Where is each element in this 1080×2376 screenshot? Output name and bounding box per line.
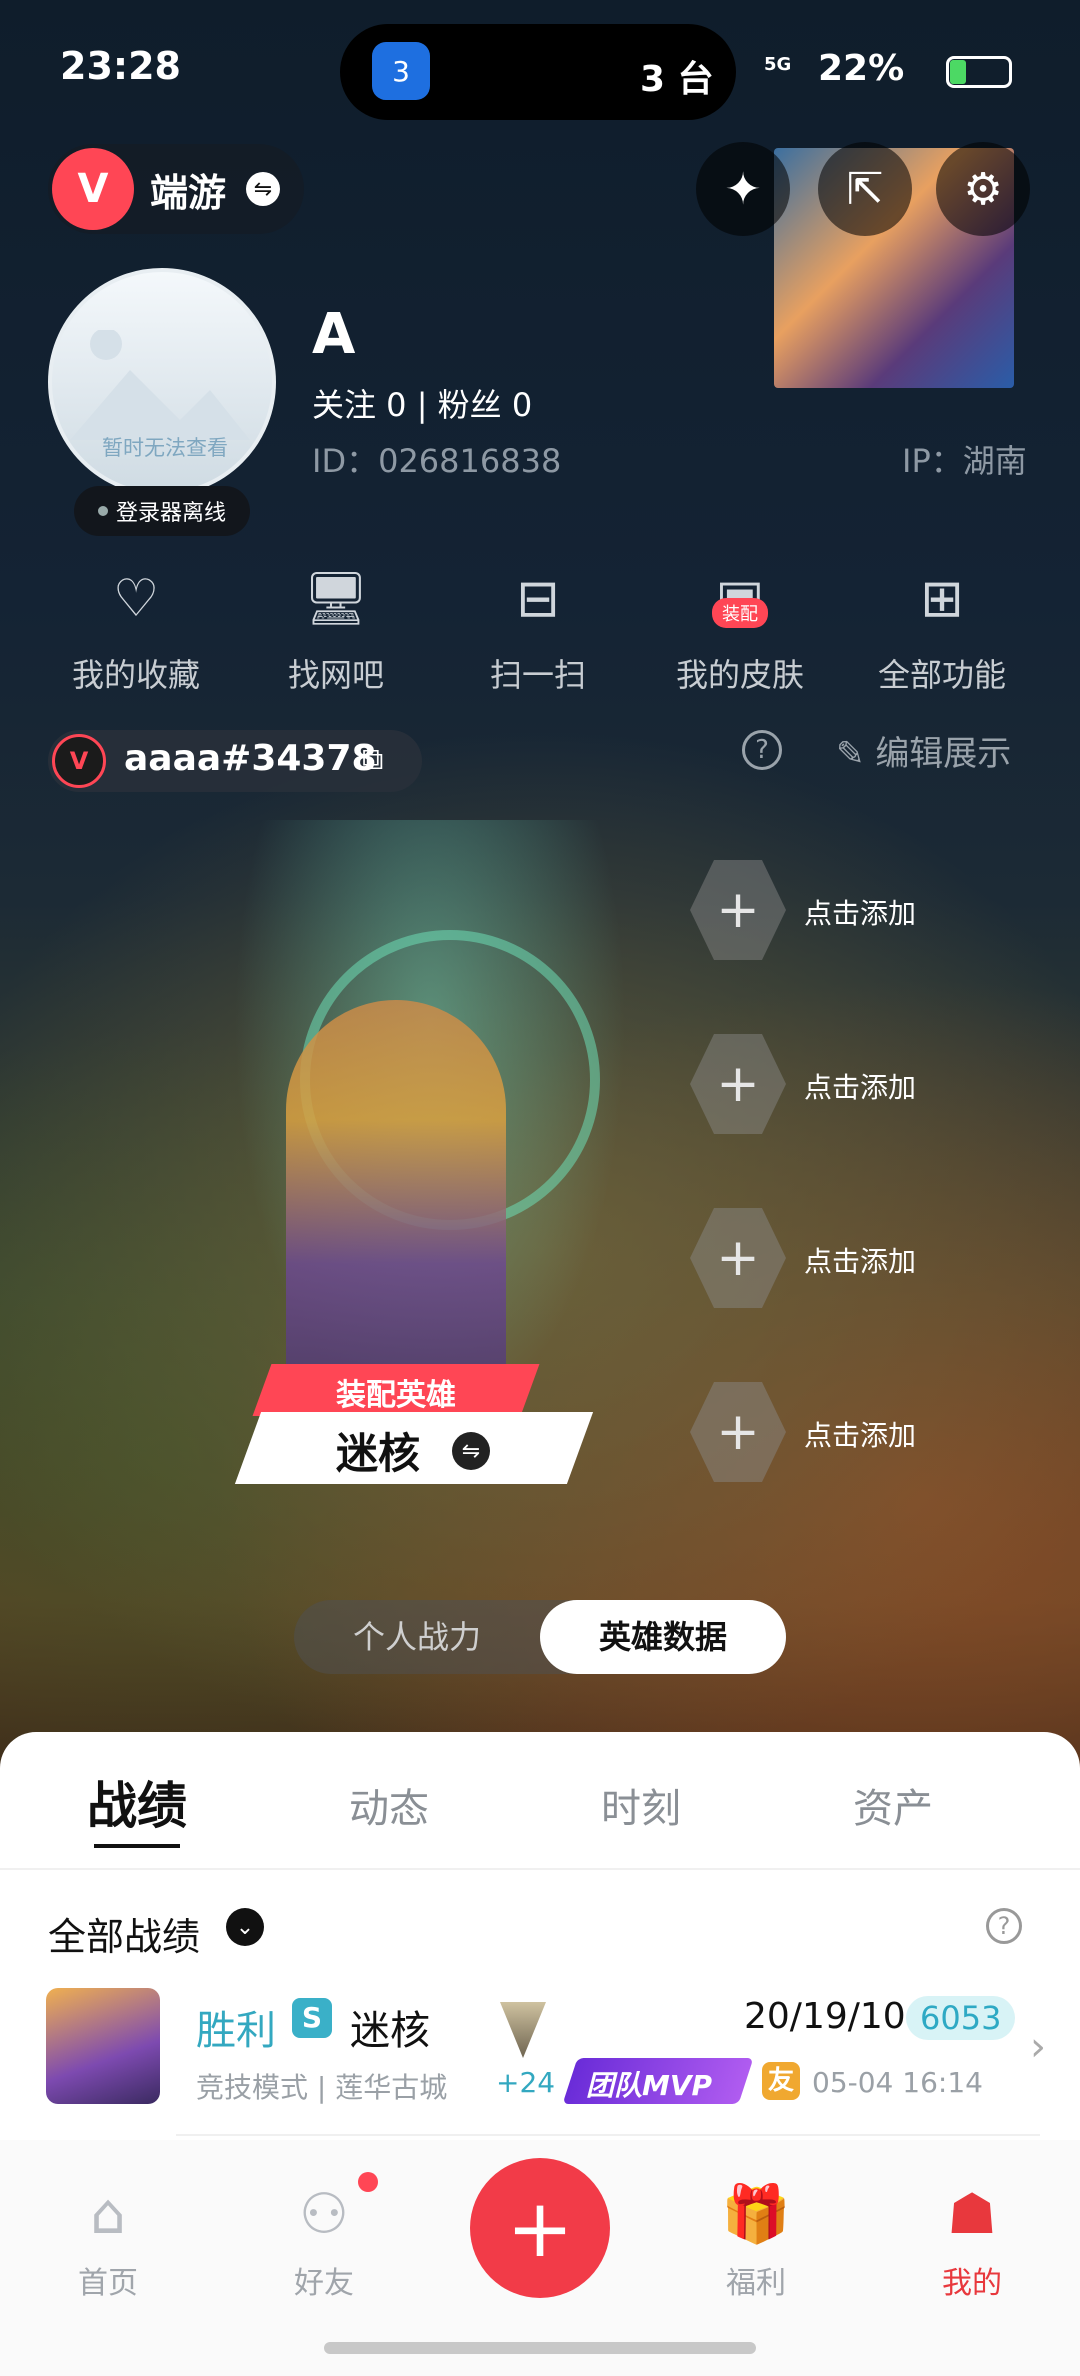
nav-label: 首页 <box>78 2266 138 2301</box>
quick-action-label: 我的收藏 <box>71 656 200 694</box>
add-slot-label: 点击添加 <box>804 1071 917 1104</box>
tab-activity[interactable]: 动态 <box>264 1776 514 1834</box>
toggle-agent-data[interactable]: 英雄数据 <box>540 1600 786 1674</box>
divider <box>0 1868 1080 1870</box>
quick-action-scan[interactable]: ⊟ 扫一扫 <box>448 564 628 696</box>
quick-action-skins[interactable]: ▣ 我的皮肤 <box>650 564 830 696</box>
nav-label: 我的 <box>942 2266 1002 2301</box>
image-placeholder-icon <box>70 330 250 440</box>
island-app-icon: 3 <box>372 42 430 100</box>
home-icon: ⌂ <box>90 2182 126 2247</box>
quick-action-label: 扫一扫 <box>489 656 586 694</box>
home-indicator <box>324 2342 756 2354</box>
copy-icon[interactable]: ⧉ <box>362 742 383 777</box>
add-slot-button[interactable]: + <box>690 860 786 960</box>
notification-dot <box>358 2172 378 2192</box>
friend-badge: 友 <box>762 2062 800 2100</box>
tab-moments[interactable]: 时刻 <box>516 1776 766 1834</box>
equip-agent-label: 装配英雄 <box>336 1378 456 1413</box>
quick-action-label: 我的皮肤 <box>675 656 804 694</box>
nav-label: 好友 <box>294 2266 354 2301</box>
plus-icon[interactable]: + <box>470 2158 610 2298</box>
settings-icon[interactable]: ⚙ <box>936 142 1030 236</box>
avatar-placeholder-text: 暂时无法查看 <box>102 436 228 460</box>
quick-action-all-functions[interactable]: ⊞ 全部功能 <box>852 564 1032 696</box>
quick-action-favorites[interactable]: ♡ 我的收藏 <box>46 564 226 696</box>
swap-agent-icon[interactable]: ⇋ <box>452 1432 490 1470</box>
battery-level <box>950 60 966 84</box>
heart-icon: ♡ <box>112 569 160 629</box>
quick-action-netcafe[interactable]: 🖥 找网吧 <box>246 564 426 696</box>
add-slot-label: 点击添加 <box>804 1419 917 1452</box>
match-kda: 20/19/10 <box>744 1996 906 2037</box>
nav-home[interactable]: ⌂ 首页 <box>38 2180 178 2302</box>
scan-icon: ⊟ <box>516 569 560 629</box>
riot-logo-icon: V <box>52 734 106 788</box>
monitor-icon: 🖥 <box>302 569 369 629</box>
nav-mine[interactable]: ☗ 我的 <box>902 2180 1042 2302</box>
chevron-down-icon[interactable]: ⌄ <box>226 1908 264 1946</box>
match-score: 6053 <box>906 1996 1016 2040</box>
mvp-label: 团队MVP <box>586 2069 713 2102</box>
match-agent-avatar[interactable] <box>46 1988 160 2104</box>
online-status-label: 登录器离线 <box>115 501 226 526</box>
status-time: 23:28 <box>60 44 181 88</box>
valorant-logo-icon: V <box>52 148 134 230</box>
share-icon[interactable]: ⇱ <box>818 142 912 236</box>
add-slot-label: 点击添加 <box>804 1245 917 1278</box>
quick-action-label: 找网吧 <box>287 656 384 694</box>
match-mode-map: 竞技模式 | 莲华古城 <box>196 2071 448 2104</box>
match-agent-name: 迷核 <box>350 2008 430 2054</box>
nav-welfare[interactable]: 🎁 福利 <box>686 2180 826 2302</box>
match-result: 胜利 <box>196 2008 276 2054</box>
tab-indicator <box>94 1844 180 1848</box>
sparkle-icon[interactable]: ✦ <box>696 142 790 236</box>
user-id: ID：026816838 <box>312 442 562 480</box>
signal-icon: 5G <box>764 54 792 75</box>
add-slot-button[interactable]: + <box>690 1034 786 1134</box>
skin-badge: 装配 <box>712 598 768 628</box>
divider <box>176 2134 1040 2136</box>
help-icon[interactable]: ? <box>986 1908 1022 1944</box>
status-dot <box>97 506 108 516</box>
nav-friends[interactable]: ⚇ 好友 <box>254 2180 394 2302</box>
agent-name: 迷核 <box>336 1429 421 1478</box>
chevron-right-icon[interactable]: › <box>1030 2024 1046 2070</box>
tab-records[interactable]: 战绩 <box>12 1766 262 1838</box>
match-rr-change: +24 <box>496 2066 556 2099</box>
quick-action-label: 全部功能 <box>877 656 1006 694</box>
battery-percent: 22% <box>818 48 905 89</box>
follow-stats[interactable]: 关注 0 | 粉丝 0 <box>312 380 532 426</box>
island-text: 3 台 <box>640 59 714 100</box>
add-slot-button[interactable]: + <box>690 1208 786 1308</box>
edit-display-button[interactable]: ✎ 编辑展示 <box>836 726 1011 775</box>
online-status: 登录器离线 <box>74 486 250 536</box>
match-rank-badge: S <box>292 1998 332 2038</box>
help-icon[interactable]: ? <box>742 730 782 770</box>
riot-id: aaaa#34378 <box>124 738 377 779</box>
tab-assets[interactable]: 资产 <box>768 1776 1018 1834</box>
edit-display-label: 编辑展示 <box>875 734 1012 774</box>
add-slot-label: 点击添加 <box>804 897 917 930</box>
edit-icon: ✎ <box>836 734 865 774</box>
add-slot-button[interactable]: + <box>690 1382 786 1482</box>
swap-icon[interactable]: ⇋ <box>246 172 280 206</box>
ip-location: IP：湖南 <box>902 442 1027 480</box>
island-app-badge: 3 <box>392 54 410 88</box>
gift-icon: 🎁 <box>721 2182 791 2247</box>
records-filter[interactable]: 全部战绩 <box>48 1906 200 1961</box>
nav-label: 福利 <box>726 2266 786 2301</box>
profile-icon: ☗ <box>946 2182 998 2247</box>
match-time: 05-04 16:14 <box>812 2066 983 2099</box>
user-name: A <box>312 302 356 367</box>
grid-icon: ⊞ <box>920 569 964 629</box>
toggle-personal-power[interactable]: 个人战力 <box>294 1600 540 1674</box>
game-name: 端游 <box>150 171 227 215</box>
